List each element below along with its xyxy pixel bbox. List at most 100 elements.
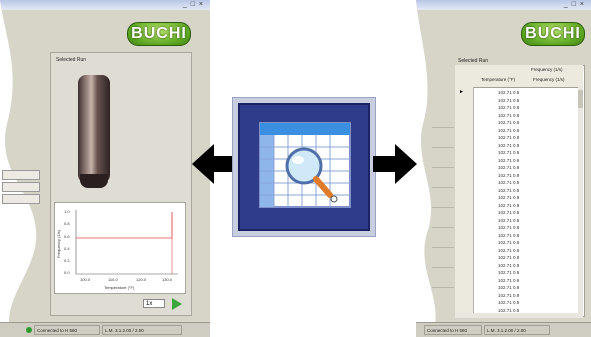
connection-status-text: Connected to H 560 [424,325,482,335]
table-row[interactable]: 102.71 0.9 [474,284,578,291]
table-row[interactable]: 102.71 0.9 [474,142,578,149]
table-cell: 102.71 0.9 [498,150,520,155]
table-cell: 102.71 0.9 [498,157,520,163]
table-row[interactable]: 102.71 0.9 [474,299,578,306]
table-cell: 102.71 0.9 [498,225,520,230]
arrow-right-icon [373,144,417,184]
version-status-text: L.M. 3.1.2.00 / 2.00 [102,325,182,335]
table-row[interactable]: 102.71 0.9 [474,187,578,194]
table-cell: 102.71 0.9 [498,187,520,193]
table-row[interactable]: 102.71 0.9 [474,112,578,119]
table-row[interactable]: 102.71 0.9 [474,292,578,299]
table-cell: 102.71 0.9 [498,165,520,170]
left-buchi-logo: BUCHI [127,22,191,46]
table-cell: 102.71 0.9 [498,270,520,275]
column-header-temperature[interactable]: Temperature (°F) [481,77,515,82]
table-row[interactable]: 102.71 0.9 [474,179,578,186]
table-cell: 102.71 0.9 [498,105,520,110]
table-row[interactable]: 102.71 0.9 [474,164,578,171]
chart-y-label: Frequency (1/s) [56,229,61,258]
current-row-marker-icon: ► [459,89,464,95]
table-row[interactable]: 102.71 0.9 [474,202,578,209]
table-row[interactable]: 102.71 0.9 [474,97,578,104]
table-cell: 102.71 0.9 [498,285,520,290]
side-tab[interactable] [2,170,40,180]
table-cell: 102.71 0.9 [498,210,520,215]
table-row[interactable]: 102.71 0.9 [474,127,578,134]
right-window-controls[interactable]: _ □ × [564,1,585,8]
grid-horizontal-scrollbar[interactable] [455,313,583,318]
x-tick-label: 100.0 [80,277,91,282]
right-panel-title: Selected Run [458,58,489,64]
table-row[interactable]: 102.71 0.9 [474,277,578,284]
table-row[interactable]: 102.71 0.9 [474,239,578,246]
table-cell: 102.71 0.9 [498,135,520,140]
left-panel-title: Selected Run [56,57,87,63]
table-row[interactable]: 102.71 0.9 [474,232,578,239]
table-row[interactable]: 102.71 0.9 [474,134,578,141]
column-header-frequency[interactable]: Frequency (1/s) [533,77,565,82]
zoom-select[interactable]: 1x [143,299,165,308]
table-cell: 102.71 0.9 [498,112,520,118]
x-tick-label: 110.0 [108,277,118,282]
connection-status-text: Connected to H 560 [34,325,100,335]
y-tick-label: 0.8 [64,221,70,226]
right-buchi-logo: BUCHI [521,22,585,46]
table-row[interactable]: 102.71 0.9 [474,89,578,96]
table-row[interactable]: 102.71 0.9 [474,194,578,201]
table-cell: 102.71 0.9 [498,127,520,133]
chart-x-label: Temperature (°F) [104,285,135,290]
table-cell: 102.71 0.9 [498,120,520,125]
table-row[interactable]: 102.71 0.9 [474,217,578,224]
left-status-bar: Connected to H 560 L.M. 3.1.2.00 / 2.00 [0,322,210,337]
connection-status-icon [26,327,32,333]
table-cell: 102.71 0.9 [498,247,520,253]
row-header-column [455,87,474,315]
table-row[interactable]: 102.71 0.9 [474,254,578,261]
table-cell: 102.71 0.9 [498,195,520,200]
table-row[interactable]: 102.71 0.9 [474,149,578,156]
table-cell: 102.71 0.9 [498,90,520,95]
arrow-left-icon [192,144,234,184]
left-title-bar [0,0,210,10]
table-cell: 102.71 0.9 [498,277,520,283]
data-grid-header: Frequency (1/s) Temperature (°F) Frequen… [455,65,583,88]
table-cell: 102.71 0.9 [498,255,520,260]
table-cell: 102.71 0.9 [498,172,520,178]
version-status-text: L.M. 3.1.2.00 / 2.00 [484,325,550,335]
y-tick-label: 1.0 [64,209,70,214]
side-tab[interactable] [2,194,40,204]
table-row[interactable]: 102.71 0.9 [474,157,578,164]
sample-vial-image [78,75,110,183]
table-row[interactable]: 102.71 0.9 [474,247,578,254]
table-row[interactable]: 102.71 0.9 [474,209,578,216]
sample-vial-cap [80,174,108,188]
left-window-controls[interactable]: _ □ × [183,1,204,8]
table-row[interactable]: 102.71 0.9 [474,119,578,126]
table-cell: 102.71 0.9 [498,232,520,238]
table-cell: 102.71 0.9 [498,292,520,298]
side-tab[interactable] [2,182,40,192]
play-icon[interactable] [172,298,182,310]
table-cell: 102.71 0.9 [498,300,520,305]
grid-vertical-scrollbar[interactable] [578,87,583,315]
right-status-bar: Connected to H 560 L.M. 3.1.2.00 / 2.00 [416,322,591,337]
table-row[interactable]: 102.71 0.9 [474,269,578,276]
table-row[interactable]: 102.71 0.9 [474,224,578,231]
table-cell: 102.71 0.9 [498,142,520,148]
x-tick-label: 130.0 [162,277,173,282]
melting-chart: 1.0 0.8 0.6 0.4 0.2 0.0 100.0 110.0 120.… [56,209,178,290]
table-cell: 102.71 0.9 [498,262,520,268]
table-row[interactable]: 102.71 0.9 [474,262,578,269]
table-cell: 102.71 0.9 [498,240,520,245]
table-zoom-icon [259,122,351,208]
right-side-list [416,120,456,320]
table-row[interactable]: 102.71 0.9 [474,172,578,179]
grid-scroll-thumb[interactable] [578,90,583,108]
y-tick-label: 0.0 [64,270,70,275]
table-cell: 102.71 0.9 [498,97,520,103]
table-cell: 102.71 0.9 [498,180,520,185]
y-tick-label: 0.4 [64,246,70,251]
y-tick-label: 0.2 [64,258,70,263]
table-row[interactable]: 102.71 0.9 [474,104,578,111]
